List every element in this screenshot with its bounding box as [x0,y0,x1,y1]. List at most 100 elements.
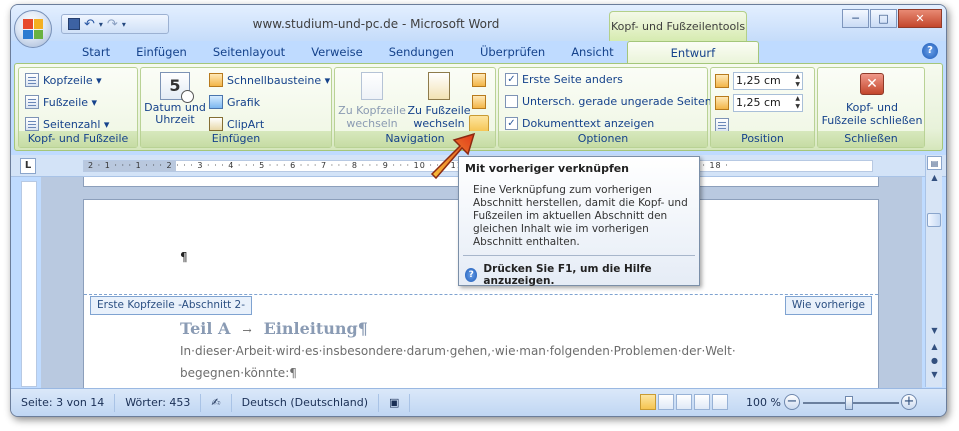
tab-entwurf[interactable]: Entwurf [626,41,760,63]
group-einfuegen: 5 Datum und Uhrzeit Schnellbausteine ▾ G… [140,67,332,148]
kopfzeile-label: Kopfzeile ▾ [43,73,102,87]
header-distance-value[interactable]: 1,25 cm [733,72,803,90]
fusszeile-label: Fußzeile ▾ [43,95,98,109]
option-label: Dokumenttext anzeigen [522,117,655,130]
page-count[interactable]: Seite: 3 von 14 [11,393,116,412]
zoom-level[interactable]: 100 % [746,396,781,409]
header-distance-field[interactable]: 1,25 cm [715,72,803,90]
header-boundary [84,294,878,295]
group-label: Einfügen [141,131,331,147]
close-header-footer-button[interactable]: ✕ Kopf- und Fußzeile schließen [822,73,922,127]
group-optionen: ✓ Erste Seite anders Untersch. gerade ung… [498,67,712,148]
spellcheck-icon[interactable]: ✍ [201,393,232,412]
datum-uhrzeit-button[interactable]: 5 Datum und Uhrzeit [144,72,206,126]
header-icon [25,73,39,87]
goto-header-icon [361,72,383,100]
scroll-up-icon[interactable]: ▲ [927,171,942,185]
option-label: Untersch. gerade ungerade Seiten [522,95,712,108]
group-position: 1,25 cm 1,25 cm Position [710,67,815,148]
scroll-thumb[interactable] [927,213,941,227]
insert-alignment-tab-icon[interactable] [715,118,729,132]
outline-icon[interactable] [694,394,710,410]
paragraph-mark: ¶ [180,250,188,264]
browse-object-icon[interactable]: ● [927,354,942,368]
uhrzeit-label: Uhrzeit [155,113,195,126]
zu-kopfzeile-label-2: wechseln [346,117,398,130]
help-icon: ? [465,268,478,282]
help-icon[interactable]: ? [922,43,938,59]
prev-page-icon[interactable]: ▲ [927,340,942,354]
previous-section-icon[interactable] [472,73,486,87]
zu-kopfzeile-label-1: Zu Kopfzeile [338,104,406,117]
quick-parts-icon [209,73,223,87]
clipart-button[interactable]: ClipArt [209,117,264,131]
close-label-2: Fußzeile schließen [821,114,923,127]
close-red-x-icon: ✕ [860,73,884,95]
macro-icon[interactable]: ▣ [379,393,411,412]
tooltip-help: ? Drücken Sie F1, um die Hilfe anzuzeigen… [465,263,699,287]
calendar-day: 5 [169,76,181,95]
option-erste-seite-anders[interactable]: ✓ Erste Seite anders [505,73,623,86]
next-page-icon[interactable]: ▼ [927,368,942,382]
pointer-arrow-icon [430,132,476,180]
group-label: Schließen [818,131,924,147]
full-screen-reading-icon[interactable] [658,394,674,410]
zoom-in-button[interactable]: + [901,394,917,410]
grafik-button[interactable]: Grafik [209,95,260,109]
group-kopf-fusszeile: Kopfzeile ▾ Fußzeile ▾ Seitenzahl ▾ Kopf… [18,67,138,148]
word-count[interactable]: Wörter: 453 [115,393,202,412]
seitenzahl-button[interactable]: Seitenzahl ▾ [25,117,109,131]
tooltip-help-text: Drücken Sie F1, um die Hilfe anzuzeigen. [483,263,652,287]
tab-seitenlayout[interactable]: Seitenlayout [200,41,298,63]
zoom-out-button[interactable]: − [784,394,800,410]
option-untersch-seiten[interactable]: Untersch. gerade ungerade Seiten [505,95,712,108]
close-button[interactable]: ✕ [898,9,942,28]
tooltip-title: Mit vorheriger verknüpfen [465,162,630,175]
minimize-button[interactable]: ─ [842,9,869,28]
checkbox-unchecked-icon [505,95,518,108]
footer-position-icon [715,96,729,110]
option-dokumenttext-anzeigen[interactable]: ✓ Dokumenttext anzeigen [505,117,654,130]
tab-start[interactable]: Start [69,41,123,63]
tab-ueberpruefen[interactable]: Überprüfen [467,41,558,63]
zu-kopfzeile-button[interactable]: Zu Kopfzeile wechseln [338,72,406,130]
heading: Teil A → Einleitung¶ [180,319,368,338]
vertical-ruler[interactable] [21,181,37,387]
context-tool-label: Kopf- und Fußzeilentools [609,11,747,41]
schnellbausteine-button[interactable]: Schnellbausteine ▾ [209,73,330,87]
grafik-label: Grafik [227,95,261,109]
web-layout-icon[interactable] [676,394,692,410]
tooltip: Mit vorheriger verknüpfen Eine Verknüpfu… [458,156,700,287]
close-label-1: Kopf- und [845,101,899,114]
clipart-icon [209,117,223,131]
ruler-toggle-icon[interactable]: ▤ [927,156,942,170]
language[interactable]: Deutsch (Deutschland) [232,393,379,412]
fusszeile-button[interactable]: Fußzeile ▾ [25,95,97,109]
same-as-previous-tag: Wie vorherige [784,296,872,315]
tab-einfuegen[interactable]: Einfügen [123,41,200,63]
tooltip-body: Eine Verknüpfung zum vorherigen Abschnit… [473,184,688,248]
scroll-down-icon[interactable]: ▼ [927,324,942,338]
body-line-2: begegnen·könnte:¶ [180,366,297,380]
heading-part2: Einleitung¶ [263,319,368,338]
tab-verweise[interactable]: Verweise [298,41,376,63]
zoom-slider-thumb[interactable] [845,396,853,410]
footer-distance-value[interactable]: 1,25 cm [733,94,803,112]
checkbox-checked-icon: ✓ [505,117,518,130]
next-section-icon[interactable] [472,95,486,109]
office-button[interactable] [14,10,52,48]
ribbon-tabs: Start Einfügen Seitenlayout Verweise Sen… [11,41,946,63]
tab-sendungen[interactable]: Sendungen [376,41,467,63]
clipart-label: ClipArt [227,117,265,131]
maximize-button[interactable]: □ [870,9,897,28]
goto-footer-icon [428,72,450,100]
draft-icon[interactable] [712,394,728,410]
vertical-scrollbar[interactable]: ▤ ▲ ▼ ▲ ● ▼ [925,155,942,387]
tab-selector[interactable]: L [20,158,36,174]
group-label: Kopf- und Fußzeile [19,131,137,147]
kopfzeile-button[interactable]: Kopfzeile ▾ [25,73,102,87]
zu-fusszeile-button[interactable]: Zu Fußzeile wechseln [407,72,471,130]
tab-ansicht[interactable]: Ansicht [558,41,626,63]
print-layout-icon[interactable] [640,394,656,410]
footer-distance-field[interactable]: 1,25 cm [715,94,803,112]
